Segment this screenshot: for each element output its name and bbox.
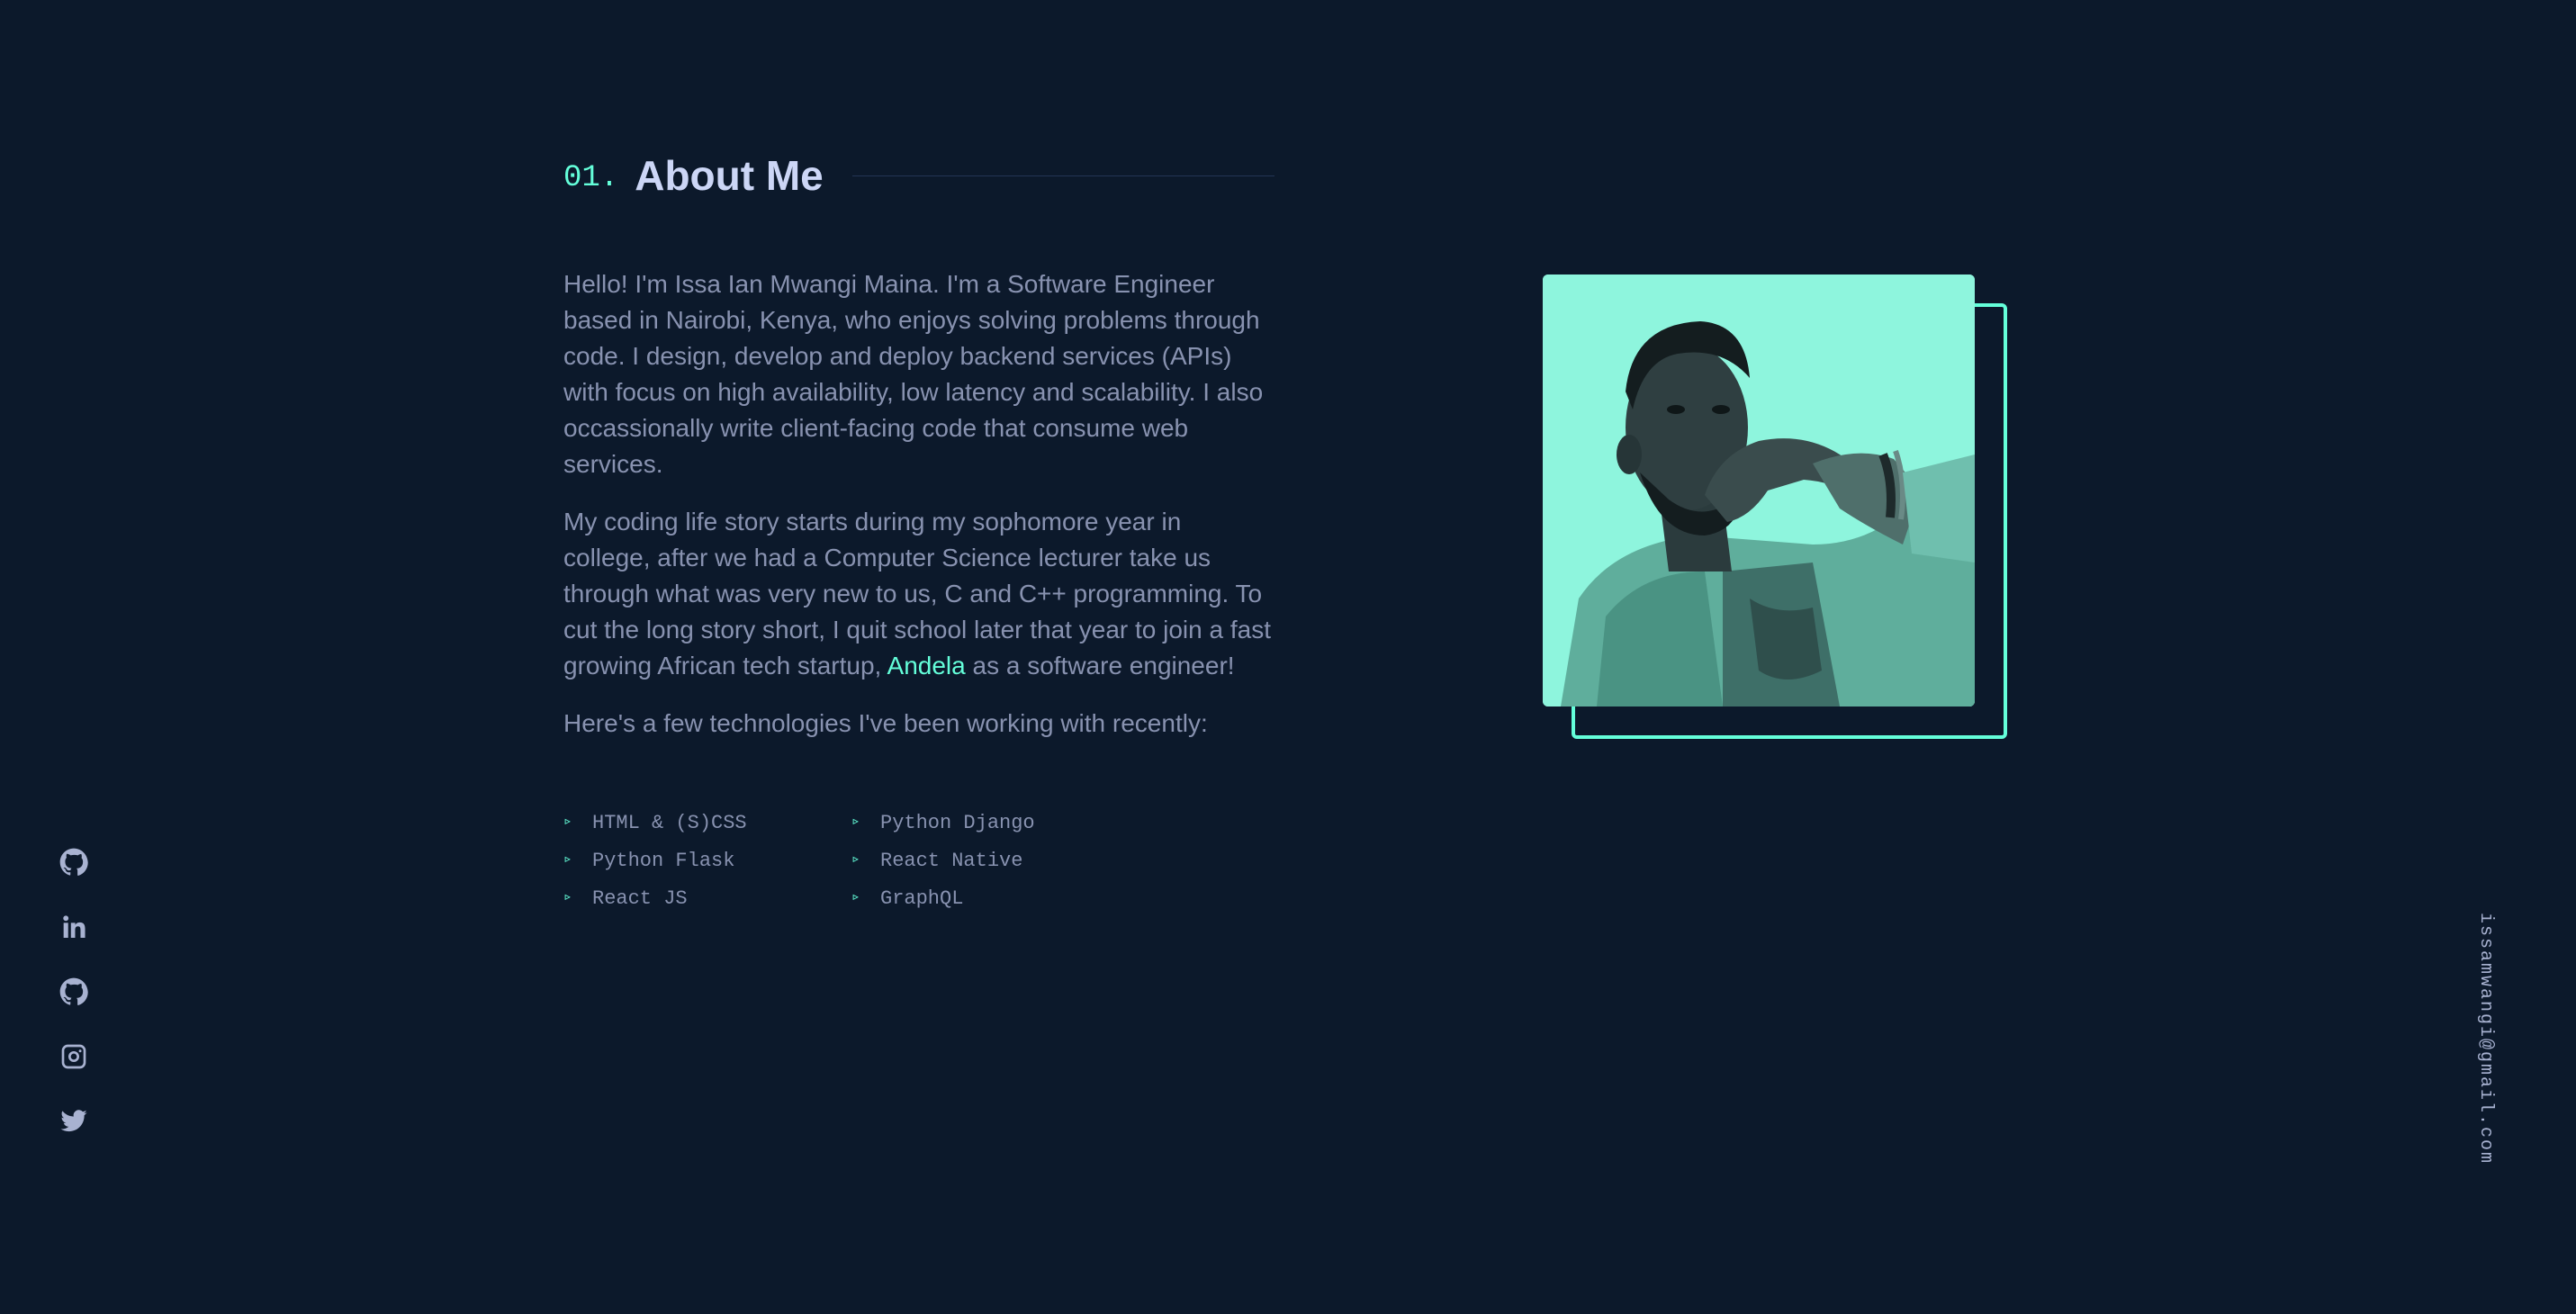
technology-item: ▹ GraphQL [851,884,1139,914]
portrait-illustration [1543,274,1975,706]
technology-list: ▹ HTML & (S)CSS ▹ Python Django ▹ Python Fl… [563,808,1139,914]
instagram-icon [61,1044,86,1069]
bio-text: Hello! I'm Issa Ian Mwangi Maina. I'm a … [563,266,1274,763]
github-icon [59,977,88,1005]
technology-label: HTML & (S)CSS [592,812,747,834]
email-sidebar: issamwangi@gmail.com [2475,913,2511,1165]
email-link[interactable]: issamwangi@gmail.com [2475,913,2496,1165]
andela-link[interactable]: Andela [887,652,966,680]
technology-item: ▹ Python Django [851,808,1139,839]
technology-item: ▹ React Native [851,846,1139,877]
github-link[interactable] [56,844,92,880]
instagram-link[interactable] [56,1039,92,1075]
technology-item: ▹ React JS [563,884,851,914]
triangle-bullet-icon: ▹ [563,851,572,868]
bio-story-text-end: as a software engineer! [965,652,1235,680]
triangle-bullet-icon: ▹ [563,814,572,830]
section-number: 01. [563,161,619,195]
twitter-icon [60,1110,87,1132]
technology-item: ▹ Python Flask [563,846,851,877]
github-icon [59,848,88,876]
technology-label: React Native [880,850,1023,872]
github-link[interactable] [56,974,92,1010]
section-title: About Me [635,152,824,199]
linkedin-link[interactable] [56,909,92,945]
bio-paragraph-tech-intro: Here's a few technologies I've been work… [563,709,1208,737]
triangle-bullet-icon: ▹ [851,814,860,830]
triangle-bullet-icon: ▹ [851,851,860,868]
triangle-bullet-icon: ▹ [851,889,860,905]
social-links [56,844,92,1168]
technology-label: GraphQL [880,887,964,910]
technology-item: ▹ HTML & (S)CSS [563,808,851,839]
technology-label: React JS [592,887,688,910]
bio-paragraph-story: My coding life story starts during my so… [563,504,1274,684]
linkedin-icon [63,915,86,938]
technology-label: Python Django [880,812,1035,834]
section-heading: 01. About Me [563,151,1274,200]
triangle-bullet-icon: ▹ [563,889,572,905]
about-page: 01. About Me Hello! I'm Issa Ian Mwangi … [0,0,2576,1314]
technology-label: Python Flask [592,850,735,872]
portrait-photo[interactable] [1543,274,1975,706]
bio-paragraph-intro: Hello! I'm Issa Ian Mwangi Maina. I'm a … [563,270,1264,478]
twitter-link[interactable] [56,1103,92,1139]
portrait-container[interactable] [1543,274,2007,739]
